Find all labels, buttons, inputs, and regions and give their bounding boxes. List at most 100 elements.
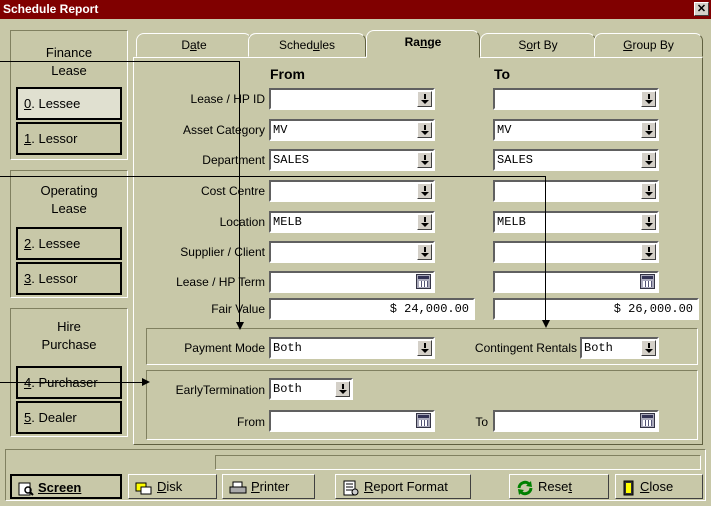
fair-value-from-input[interactable]: $ 24,000.00 [269, 298, 475, 320]
range-panel: From To Lease / HP ID Asset Category MV … [133, 57, 703, 445]
close-window-button[interactable]: ✕ [694, 2, 709, 16]
tab-range[interactable]: Range [366, 30, 480, 58]
asset-category-to-combo[interactable]: MV [493, 119, 659, 141]
tab-schedules[interactable]: Schedules [248, 33, 366, 57]
early-termination-to-date[interactable] [493, 410, 659, 432]
operating-lessee-button[interactable]: 2. Lessee [16, 227, 122, 260]
title-bar: Schedule Report ✕ [0, 0, 711, 19]
disk-icon [135, 482, 152, 495]
chevron-down-icon[interactable] [641, 152, 656, 168]
screen-icon [18, 482, 34, 496]
calendar-icon[interactable] [416, 413, 431, 428]
operating-lease-title-2: Lease [51, 201, 87, 216]
schedule-report-window: Schedule Report ✕ Finance Lease 0. Lesse… [0, 0, 711, 506]
disk-button[interactable]: Disk [128, 474, 217, 499]
calendar-icon[interactable] [640, 274, 655, 289]
hire-purchase-group: Hire Purchase 4. Purchaser 5. Dealer [10, 308, 128, 437]
chevron-down-icon[interactable] [417, 122, 432, 138]
window-title: Schedule Report [3, 2, 99, 16]
hire-purchase-title-1: Hire [57, 319, 81, 334]
payment-mode-combo[interactable]: Both [269, 337, 435, 359]
payment-mode-label: Payment Mode [184, 341, 265, 355]
asset-category-label: Asset Category [182, 123, 265, 137]
reset-button[interactable]: Reset [509, 474, 609, 499]
chevron-down-icon[interactable] [417, 183, 432, 199]
printer-button[interactable]: Printer [222, 474, 315, 499]
chevron-down-icon[interactable] [641, 91, 656, 107]
cost-centre-to-combo[interactable] [493, 180, 659, 202]
hire-purchase-title-2: Purchase [41, 337, 97, 352]
location-from-combo[interactable]: MELB [269, 211, 435, 233]
annotation-arrow-down-2 [542, 320, 550, 328]
department-label: Department [202, 153, 265, 167]
early-termination-combo[interactable]: Both [269, 378, 353, 400]
chevron-down-icon[interactable] [641, 122, 656, 138]
annotation-line-2-drop [545, 176, 546, 321]
operating-lease-group: Operating Lease 2. Lessee 3. Lessor [10, 170, 128, 298]
printer-icon [229, 481, 247, 494]
finance-lease-title-2: Lease [51, 63, 87, 78]
finance-lease-group: Finance Lease 0. Lessee 1. Lessor [10, 30, 128, 160]
from-header: From [270, 66, 305, 82]
report-format-button[interactable]: Report Format [335, 474, 471, 499]
lease-hp-term-from-date[interactable] [269, 271, 435, 293]
supplier-client-from-combo[interactable] [269, 241, 435, 263]
status-box [215, 455, 701, 470]
lease-hp-id-from-combo[interactable] [269, 88, 435, 110]
chevron-down-icon[interactable] [417, 91, 432, 107]
annotation-arrow-right [142, 378, 150, 386]
finance-lease-title-1: Finance [45, 45, 93, 60]
report-format-icon [343, 480, 359, 496]
early-termination-from-label: From [237, 415, 265, 429]
annotation-line-1 [0, 61, 240, 62]
to-header: To [494, 66, 511, 82]
finance-lessee-button[interactable]: 0. Lessee [16, 87, 122, 120]
location-to-combo[interactable]: MELB [493, 211, 659, 233]
annotation-line-1-drop [239, 61, 240, 323]
annotation-line-3 [0, 382, 143, 383]
chevron-down-icon[interactable] [641, 214, 656, 230]
fair-value-to-input[interactable]: $ 26,000.00 [493, 298, 699, 320]
location-label: Location [219, 215, 265, 229]
lease-hp-term-to-date[interactable] [493, 271, 659, 293]
chevron-down-icon[interactable] [641, 244, 656, 260]
chevron-down-icon[interactable] [417, 340, 432, 356]
chevron-down-icon[interactable] [641, 340, 656, 356]
tab-sort-by[interactable]: Sort By [480, 33, 596, 57]
chevron-down-icon[interactable] [417, 214, 432, 230]
lease-hp-id-to-combo[interactable] [493, 88, 659, 110]
chevron-down-icon[interactable] [641, 183, 656, 199]
supplier-client-label: Supplier / Client [180, 245, 265, 259]
early-termination-from-date[interactable] [269, 410, 435, 432]
lease-hp-term-label: Lease / HP Term [176, 275, 265, 289]
early-termination-label: EarlyTermination [175, 383, 265, 397]
refresh-icon [517, 480, 533, 495]
annotation-arrow-down-1 [236, 322, 244, 330]
cost-centre-from-combo[interactable] [269, 180, 435, 202]
fair-value-label: Fair Value [211, 302, 265, 316]
lease-hp-id-label: Lease / HP ID [190, 92, 265, 106]
annotation-line-2 [0, 176, 546, 177]
chevron-down-icon[interactable] [335, 381, 350, 397]
department-from-combo[interactable]: SALES [269, 149, 435, 171]
contingent-rentals-label: Contingent Rentals [474, 341, 577, 355]
chevron-down-icon[interactable] [417, 244, 432, 260]
calendar-icon[interactable] [416, 274, 431, 289]
calendar-icon[interactable] [640, 413, 655, 428]
asset-category-from-combo[interactable]: MV [269, 119, 435, 141]
screen-button[interactable]: Screen [10, 474, 122, 499]
supplier-client-to-combo[interactable] [493, 241, 659, 263]
operating-lease-title-1: Operating [40, 183, 98, 198]
chevron-down-icon[interactable] [417, 152, 432, 168]
contingent-rentals-combo[interactable]: Both [580, 337, 659, 359]
tab-group-by[interactable]: Group By [594, 33, 703, 57]
department-to-combo[interactable]: SALES [493, 149, 659, 171]
finance-lessor-button[interactable]: 1. Lessor [16, 122, 122, 155]
exit-door-icon [623, 480, 634, 496]
close-button[interactable]: Close [615, 474, 703, 499]
tab-date[interactable]: Date [136, 33, 252, 57]
cost-centre-label: Cost Centre [200, 184, 265, 198]
early-termination-to-label: To [475, 415, 488, 429]
hire-dealer-button[interactable]: 5. Dealer [16, 401, 122, 434]
operating-lessor-button[interactable]: 3. Lessor [16, 262, 122, 295]
